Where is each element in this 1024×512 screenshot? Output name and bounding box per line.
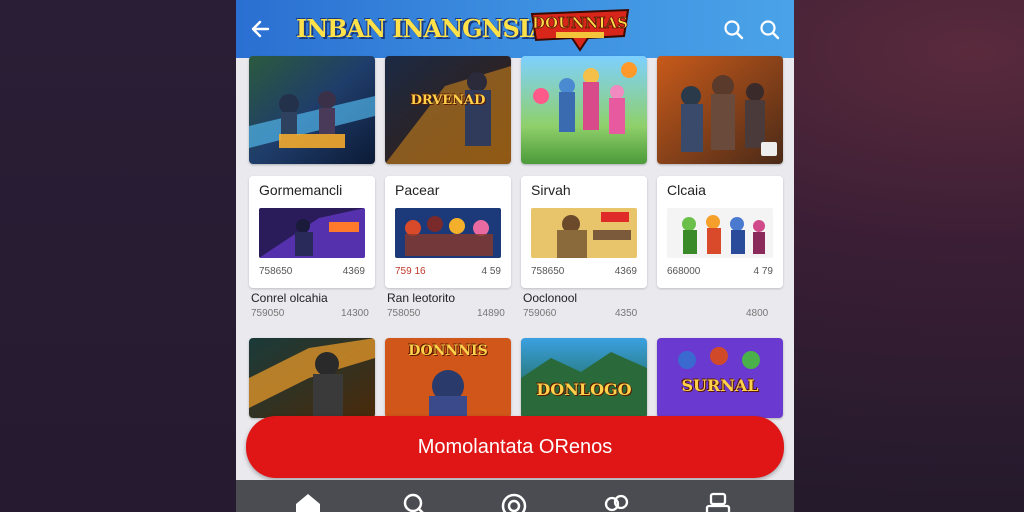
- search-icon-secondary[interactable]: [758, 18, 782, 42]
- game-card-thumbnail: [395, 208, 501, 258]
- featured-tile[interactable]: DRVENAD: [385, 56, 511, 164]
- game-tile[interactable]: DONLOGO: [521, 338, 647, 418]
- game-card-stat: 668000: [667, 266, 701, 277]
- chat-icon[interactable]: [600, 488, 632, 512]
- bottom-navigation: [236, 480, 794, 512]
- game-card-stat: 758650: [531, 266, 565, 277]
- game-card-thumbnail: [531, 208, 637, 258]
- featured-tile[interactable]: [521, 56, 647, 164]
- brand-logo-text: DOUNNIAS: [532, 14, 628, 32]
- primary-action-button[interactable]: Momolantata ORenos: [246, 416, 784, 478]
- game-card-stat: 758650: [259, 266, 293, 277]
- featured-tile-label: DRVENAD: [410, 93, 486, 108]
- game-tile-label: DONLOGO: [536, 380, 632, 399]
- game-tile-label: DONNNIS: [408, 343, 488, 359]
- game-caption-stat: 14300: [341, 308, 369, 319]
- game-caption-stat: 758050: [387, 308, 421, 319]
- search-icon[interactable]: [398, 488, 430, 512]
- game-card-stat: 4369: [614, 266, 637, 277]
- game-card[interactable]: Gormemancli 758650 4369: [249, 176, 375, 288]
- game-card-title: Sirvah: [531, 182, 571, 198]
- game-tile-label: SURNAL: [681, 376, 759, 395]
- top-bar: INBAN INANGNSIAL DOUNNIAS: [236, 0, 794, 58]
- game-caption-stat: 4800: [746, 308, 769, 319]
- game-caption-stat: 759060: [523, 308, 557, 319]
- search-icon[interactable]: [722, 18, 746, 42]
- brand-logo: DOUNNIAS: [528, 6, 632, 52]
- game-card[interactable]: Clcaia 668000 4 79: [657, 176, 783, 288]
- game-caption-stat: 759050: [251, 308, 285, 319]
- home-icon[interactable]: [292, 488, 324, 512]
- game-tile[interactable]: DONNNIS: [385, 338, 511, 418]
- game-caption-stat: 4350: [615, 308, 638, 319]
- game-card-stat: 4369: [342, 266, 365, 277]
- game-caption-title: Ooclonool: [523, 291, 578, 305]
- game-card-title: Gormemancli: [259, 182, 343, 198]
- game-card-stat: 759 16: [395, 266, 426, 277]
- game-card[interactable]: Pacear 759 16 4 59: [385, 176, 511, 288]
- game-caption-title: Conrel olcahia: [251, 291, 328, 305]
- game-card-thumbnail: [667, 208, 773, 258]
- app-title: INBAN INANGNSIAL: [296, 14, 564, 43]
- back-arrow-icon[interactable]: [248, 16, 274, 42]
- game-tile[interactable]: [249, 338, 375, 418]
- featured-tile[interactable]: [249, 56, 375, 164]
- game-card-title: Pacear: [395, 182, 440, 198]
- featured-tile[interactable]: [657, 56, 783, 164]
- game-caption-title: Ran leotorito: [387, 291, 456, 305]
- game-card-stat: 4 79: [753, 266, 773, 277]
- app-window: INBAN INANGNSIAL DOUNNIAS DRVENAD Gormem…: [236, 0, 794, 512]
- game-caption-stat: 14890: [477, 308, 505, 319]
- game-card[interactable]: Sirvah 758650 4369: [521, 176, 647, 288]
- game-card-stat: 4 59: [481, 266, 501, 277]
- game-tile[interactable]: SURNAL: [657, 338, 783, 418]
- circle-icon[interactable]: [498, 488, 530, 512]
- background-left: [0, 0, 236, 512]
- game-card-thumbnail: [259, 208, 365, 258]
- profile-icon[interactable]: [702, 488, 734, 512]
- game-card-title: Clcaia: [667, 182, 706, 198]
